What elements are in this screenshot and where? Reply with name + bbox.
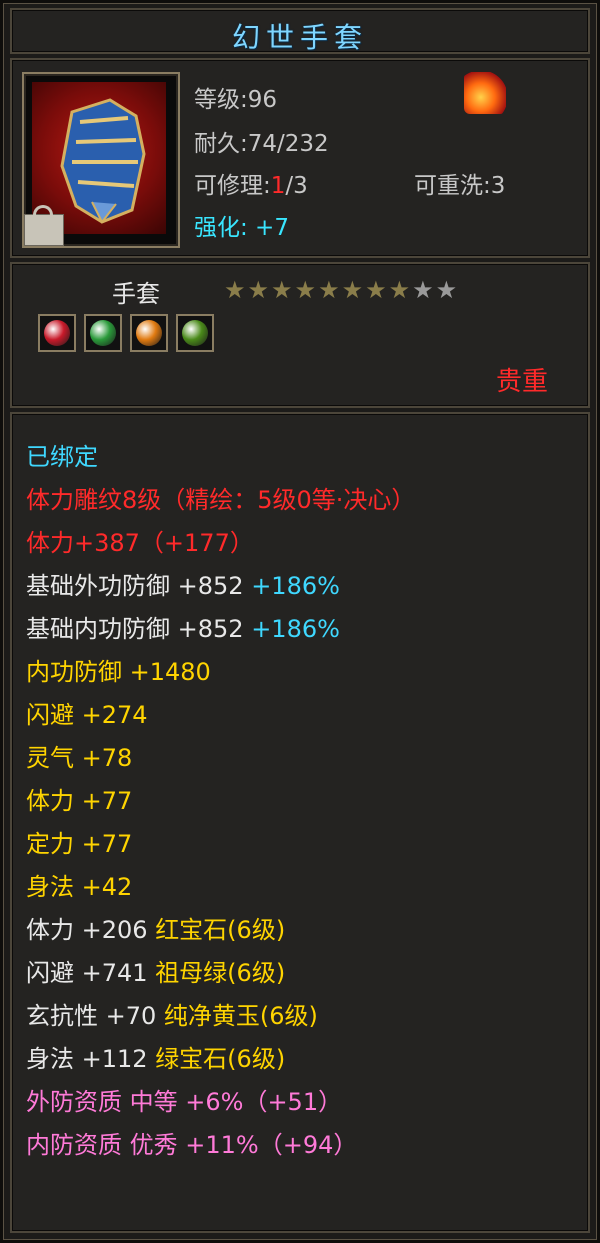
bound-lock-icon bbox=[24, 205, 64, 246]
item-title: 幻世手套 bbox=[231, 21, 368, 54]
green-gem-icon bbox=[90, 320, 116, 346]
olive-gem-icon bbox=[182, 320, 208, 346]
attribute-row: 内防资质 优秀 +11%（+94） bbox=[26, 1124, 415, 1167]
rarity-label: 贵重 bbox=[495, 367, 548, 397]
attribute-text: 祖母绿(6级) bbox=[155, 959, 286, 987]
orange-gem-icon bbox=[136, 320, 162, 346]
attribute-text: +186% bbox=[251, 572, 340, 600]
gem-slot[interactable] bbox=[130, 314, 168, 352]
level-text: 等级:96 bbox=[194, 87, 278, 113]
attribute-panel: 已绑定体力雕纹8级（精绘：5级0等·决心） 体力+387（+177） 基础外功防御 … bbox=[10, 412, 590, 1233]
attribute-text: 闪避 +741 bbox=[26, 959, 156, 987]
attribute-row: 体力 +206 红宝石(6级) bbox=[26, 909, 415, 952]
red-gem-icon bbox=[44, 320, 70, 346]
attribute-text: 玄抗性 +70 bbox=[26, 1002, 164, 1030]
enhance-text: 强化: +7 bbox=[194, 215, 289, 241]
star-rating: ★★★★★★★★★★ bbox=[224, 276, 459, 304]
attribute-text: 纯净黄玉(6级) bbox=[163, 1002, 318, 1030]
repair-text: 可修理:1/3 bbox=[194, 166, 308, 200]
attribute-row: 体力雕纹8级（精绘：5级0等·决心） bbox=[26, 479, 415, 522]
star-filled-icon: ★ bbox=[318, 276, 342, 304]
attribute-row: 已绑定 bbox=[26, 436, 415, 479]
attribute-row: 体力 +77 bbox=[26, 780, 415, 823]
star-filled-icon: ★ bbox=[388, 276, 413, 304]
repair-current: 1 bbox=[270, 173, 286, 199]
item-tooltip: 幻世手套 等级:96 耐久:74/232 可修理:1/3 可重洗:3 强化: +… bbox=[3, 3, 597, 1240]
gem-slot[interactable] bbox=[176, 314, 214, 352]
attribute-row: 体力+387（+177） bbox=[26, 522, 415, 565]
attribute-row: 内功防御 +1480 bbox=[26, 651, 415, 694]
attribute-row: 闪避 +274 bbox=[26, 694, 415, 737]
attribute-row: 闪避 +741 祖母绿(6级) bbox=[26, 952, 415, 995]
repair-total: /3 bbox=[285, 173, 308, 199]
star-filled-icon: ★ bbox=[224, 276, 248, 304]
gem-slot[interactable] bbox=[84, 314, 122, 352]
attribute-text: 灵气 +78 bbox=[26, 744, 133, 772]
star-filled-icon: ★ bbox=[341, 276, 366, 304]
attribute-text: 体力+387（+177） bbox=[26, 529, 254, 557]
attribute-text: 身法 +42 bbox=[26, 873, 133, 901]
repair-label: 可修理: bbox=[194, 173, 271, 199]
star-filled-icon: ★ bbox=[271, 276, 295, 304]
attribute-text: 体力 +206 bbox=[26, 916, 156, 944]
attribute-row: 身法 +112 绿宝石(6级) bbox=[26, 1038, 415, 1081]
gem-slots bbox=[38, 314, 222, 356]
star-empty-icon: ★ bbox=[435, 276, 460, 304]
attribute-text: 外防资质 中等 +6%（+51） bbox=[26, 1088, 343, 1116]
attribute-row: 灵气 +78 bbox=[26, 737, 415, 780]
attribute-row: 玄抗性 +70 纯净黄玉(6级) bbox=[26, 995, 415, 1038]
attribute-row: 基础内功防御 +852 +186% bbox=[26, 608, 415, 651]
attribute-text: 绿宝石(6级) bbox=[155, 1045, 286, 1073]
item-type-panel: 手套 ★★★★★★★★★★ 贵重 bbox=[10, 262, 590, 408]
attribute-text: 内防资质 优秀 +11%（+94） bbox=[26, 1131, 358, 1159]
attribute-text: 体力雕纹8级（精绘：5级0等·决心） bbox=[26, 486, 416, 514]
item-icon-frame[interactable] bbox=[22, 72, 180, 248]
star-filled-icon: ★ bbox=[294, 276, 319, 304]
attribute-row: 基础外功防御 +852 +186% bbox=[26, 565, 415, 608]
attribute-text: 体力 +77 bbox=[26, 787, 133, 815]
flame-icon bbox=[464, 72, 506, 114]
attribute-list: 已绑定体力雕纹8级（精绘：5级0等·决心） 体力+387（+177） 基础外功防御 … bbox=[26, 436, 415, 1167]
rewash-text: 可重洗:3 bbox=[414, 173, 506, 199]
attribute-text: +186% bbox=[251, 615, 340, 643]
attribute-row: 外防资质 中等 +6%（+51） bbox=[26, 1081, 415, 1124]
attribute-text: 身法 +112 bbox=[26, 1045, 156, 1073]
star-empty-icon: ★ bbox=[412, 276, 436, 304]
title-bar: 幻世手套 bbox=[10, 8, 590, 54]
attribute-text: 内功防御 +1480 bbox=[26, 658, 211, 686]
item-type: 手套 bbox=[112, 280, 160, 308]
gem-slot[interactable] bbox=[38, 314, 76, 352]
attribute-row: 定力 +77 bbox=[26, 823, 415, 866]
attribute-text: 定力 +77 bbox=[26, 830, 133, 858]
attribute-text: 基础外功防御 +852 bbox=[26, 572, 252, 600]
attribute-text: 已绑定 bbox=[26, 443, 98, 471]
attribute-text: 闪避 +274 bbox=[26, 701, 148, 729]
attribute-text: 基础内功防御 +852 bbox=[26, 615, 252, 643]
star-filled-icon: ★ bbox=[247, 276, 272, 304]
attribute-row: 身法 +42 bbox=[26, 866, 415, 909]
item-info-panel: 等级:96 耐久:74/232 可修理:1/3 可重洗:3 强化: +7 bbox=[10, 58, 590, 258]
star-filled-icon: ★ bbox=[365, 276, 389, 304]
attribute-text: 红宝石(6级) bbox=[155, 916, 286, 944]
durability-text: 耐久:74/232 bbox=[194, 131, 329, 157]
